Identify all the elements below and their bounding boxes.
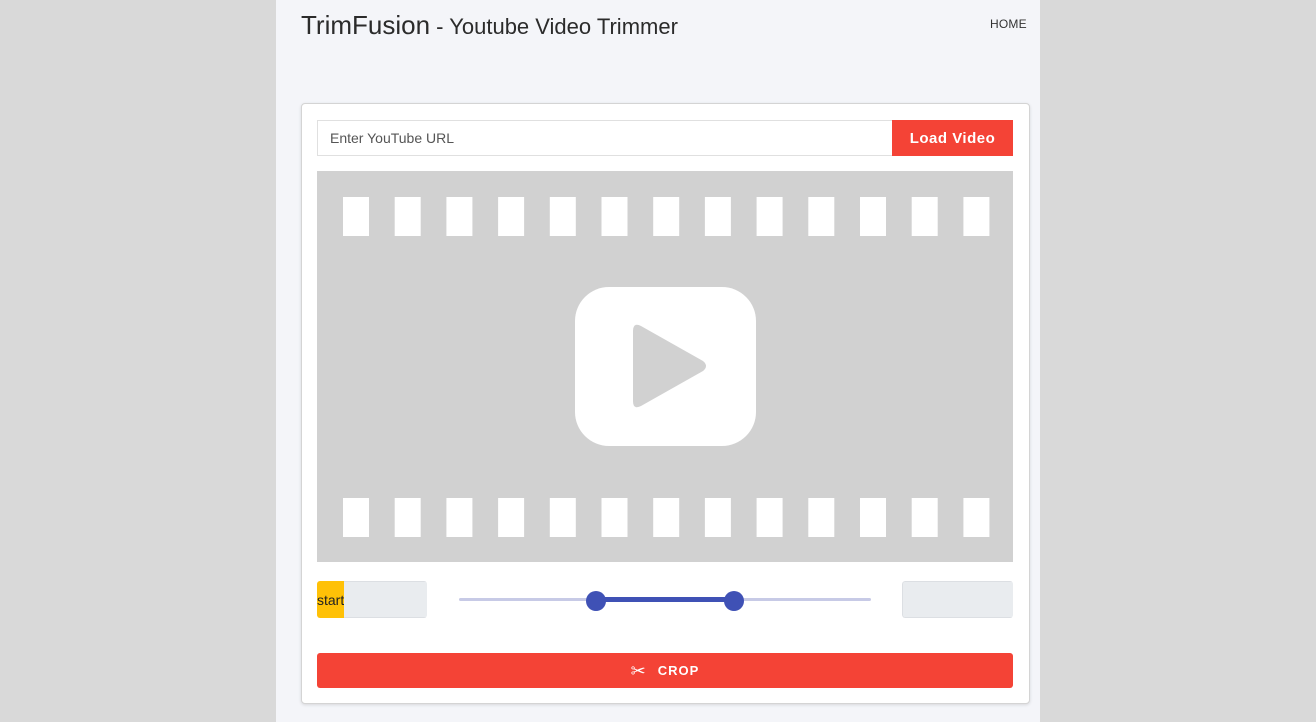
film-hole-top-12 bbox=[911, 197, 938, 236]
film-hole-top-4 bbox=[498, 197, 525, 236]
film-hole-bottom-11 bbox=[860, 498, 886, 537]
film-hole-top-1 bbox=[343, 197, 369, 236]
nav-home-link[interactable]: HOME bbox=[990, 17, 1027, 31]
brand-name: TrimFusion bbox=[301, 10, 431, 40]
trim-range-slider[interactable] bbox=[459, 591, 871, 611]
youtube-url-input[interactable] bbox=[317, 120, 892, 156]
film-hole-top-11 bbox=[860, 197, 886, 236]
start-time-group: start bbox=[317, 581, 427, 618]
film-hole-top-9 bbox=[756, 197, 783, 236]
film-hole-top-8 bbox=[704, 197, 731, 236]
url-row: Load Video bbox=[317, 120, 1013, 156]
film-hole-bottom-13 bbox=[963, 498, 990, 537]
start-time-input[interactable] bbox=[344, 581, 427, 618]
trimmer-card: Load Video start bbox=[301, 103, 1030, 704]
film-hole-bottom-9 bbox=[756, 498, 783, 537]
film-hole-top-10 bbox=[808, 197, 835, 236]
crop-button-label: CROP bbox=[657, 663, 700, 678]
slider-start-handle[interactable] bbox=[586, 591, 607, 611]
film-hole-top-3 bbox=[446, 197, 473, 236]
film-hole-bottom-3 bbox=[446, 498, 473, 537]
film-hole-bottom-8 bbox=[704, 498, 731, 537]
film-hole-bottom-7 bbox=[653, 498, 680, 537]
brand-title: TrimFusion - Youtube Video Trimmer bbox=[301, 10, 678, 41]
scissors-icon: ✂ bbox=[630, 660, 646, 681]
crop-button[interactable]: ✂ CROP bbox=[317, 653, 1013, 688]
film-hole-bottom-1 bbox=[343, 498, 369, 537]
film-hole-bottom-5 bbox=[549, 498, 576, 537]
film-hole-top-6 bbox=[601, 197, 628, 236]
film-hole-top-5 bbox=[549, 197, 576, 236]
slider-end-handle[interactable] bbox=[723, 591, 744, 611]
film-hole-top-7 bbox=[653, 197, 680, 236]
video-player-placeholder[interactable] bbox=[317, 171, 1013, 562]
film-hole-bottom-12 bbox=[911, 498, 938, 537]
film-hole-bottom-4 bbox=[498, 498, 525, 537]
film-hole-bottom-10 bbox=[808, 498, 835, 537]
trim-controls: start end bbox=[317, 581, 1013, 618]
film-hole-top-2 bbox=[394, 197, 421, 236]
start-label: start bbox=[317, 581, 345, 618]
film-holes-top bbox=[343, 197, 990, 236]
youtube-play-icon bbox=[575, 287, 756, 446]
film-holes-bottom bbox=[343, 498, 990, 537]
brand-subtitle: - Youtube Video Trimmer bbox=[430, 14, 678, 39]
film-hole-bottom-2 bbox=[394, 498, 421, 537]
end-time-input[interactable] bbox=[902, 581, 1013, 618]
film-hole-bottom-6 bbox=[601, 498, 628, 537]
film-strip-graphic bbox=[343, 197, 990, 537]
slider-selected-range bbox=[596, 597, 734, 602]
film-hole-top-13 bbox=[963, 197, 990, 236]
page-container: TrimFusion - Youtube Video Trimmer HOME … bbox=[276, 0, 1040, 722]
load-video-button[interactable]: Load Video bbox=[892, 120, 1013, 156]
end-time-group: end bbox=[902, 581, 1013, 618]
